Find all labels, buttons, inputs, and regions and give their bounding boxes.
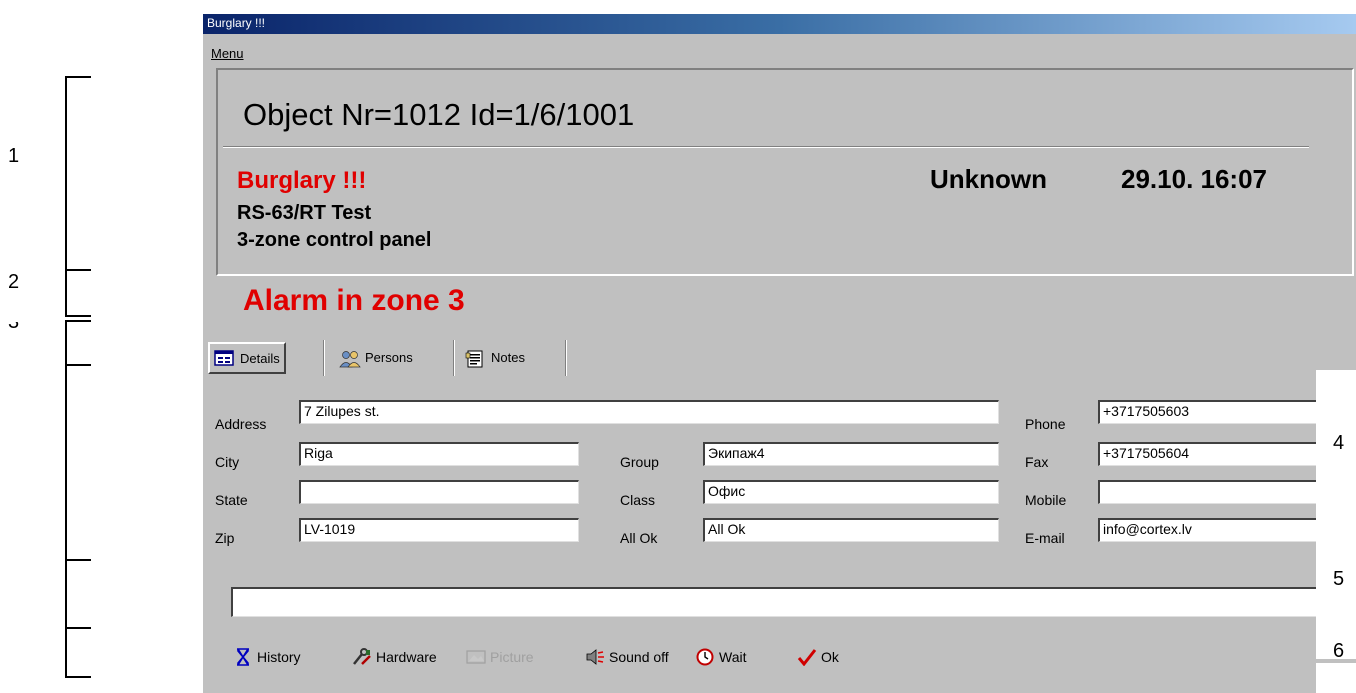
state-label: State [215,492,248,508]
tab-label: Persons [365,350,413,365]
tab-divider [565,340,567,376]
checkmark-icon [797,648,817,666]
ok-button[interactable]: Ok [797,646,839,668]
allok-field[interactable]: All Ok [703,518,999,542]
picture-button[interactable]: Picture [466,646,534,668]
annotation-number: 1 [8,145,20,167]
annotation-number: 5 [1333,568,1345,590]
sound-off-label: Sound off [609,649,669,665]
tab-divider [323,340,325,376]
fax-field[interactable]: +3717505604 [1098,442,1328,466]
menu-item[interactable]: Menu [211,46,244,61]
zip-field[interactable]: LV-1019 [299,518,579,542]
allok-label: All Ok [620,530,658,546]
tab-persons[interactable]: Persons [339,341,413,374]
window-title: Burglary !!! [207,16,266,30]
annotation-number: 3 [8,322,20,333]
event-title: Burglary !!! [237,167,367,194]
address-label: Address [215,416,267,432]
persons-icon [339,350,361,367]
hardware-label: Hardware [376,649,437,665]
wait-label: Wait [719,649,747,665]
notes-icon [465,350,485,367]
annotation-number: 2 [8,271,20,293]
group-label: Group [620,454,659,470]
zip-label: Zip [215,530,235,546]
ok-label: Ok [821,649,839,665]
annotation-number: 4 [1333,432,1345,454]
city-label: City [215,454,240,470]
picture-label: Picture [490,649,534,665]
phone-label: Phone [1025,416,1066,432]
class-field[interactable]: Офис [703,480,999,504]
speaker-icon [585,648,605,666]
menu-bar: Menu [203,34,1356,61]
address-field[interactable]: 7 Zilupes st. [299,400,999,424]
mobile-label: Mobile [1025,492,1067,508]
status-text: Unknown [930,164,1047,194]
tab-divider [453,340,455,376]
comment-field[interactable] [231,587,1321,617]
annotation-number: 6 [1333,640,1345,662]
tab-notes[interactable]: Notes [465,341,525,374]
burglary-window: Burglary !!! Menu Object Nr=1012 Id=1/6/… [203,14,1356,693]
mobile-field[interactable] [1098,480,1328,504]
device-name: RS-63/RT Test [237,202,372,224]
picture-icon [466,648,486,666]
email-field[interactable]: info@cortex.lv [1098,518,1328,542]
wait-button[interactable]: Wait [695,646,746,668]
tab-label: Details [240,350,280,366]
hourglass-icon [233,648,253,666]
group-field[interactable]: Экипаж4 [703,442,999,466]
tab-label: Notes [491,350,525,365]
sound-off-button[interactable]: Sound off [585,646,669,668]
class-label: Class [620,492,656,508]
object-header: Object Nr=1012 Id=1/6/1001 [243,97,635,132]
divider [223,146,1309,148]
clock-icon [695,648,715,666]
panel-description: 3-zone control panel [237,229,432,251]
phone-field[interactable]: +3717505603 [1098,400,1328,424]
state-field[interactable] [299,480,579,504]
alarm-zone-text: Alarm in zone 3 [243,284,465,317]
event-datetime: 29.10. 16:07 [1121,164,1268,194]
hardware-icon [352,648,372,666]
title-bar[interactable]: Burglary !!! [203,14,1356,34]
hardware-button[interactable]: Hardware [352,646,437,668]
details-icon [214,350,234,366]
city-field[interactable]: Riga [299,442,579,466]
fax-label: Fax [1025,454,1049,470]
history-label: History [257,649,301,665]
history-button[interactable]: History [233,646,301,668]
email-label: E-mail [1025,530,1065,546]
tab-details[interactable]: Details [208,342,286,374]
